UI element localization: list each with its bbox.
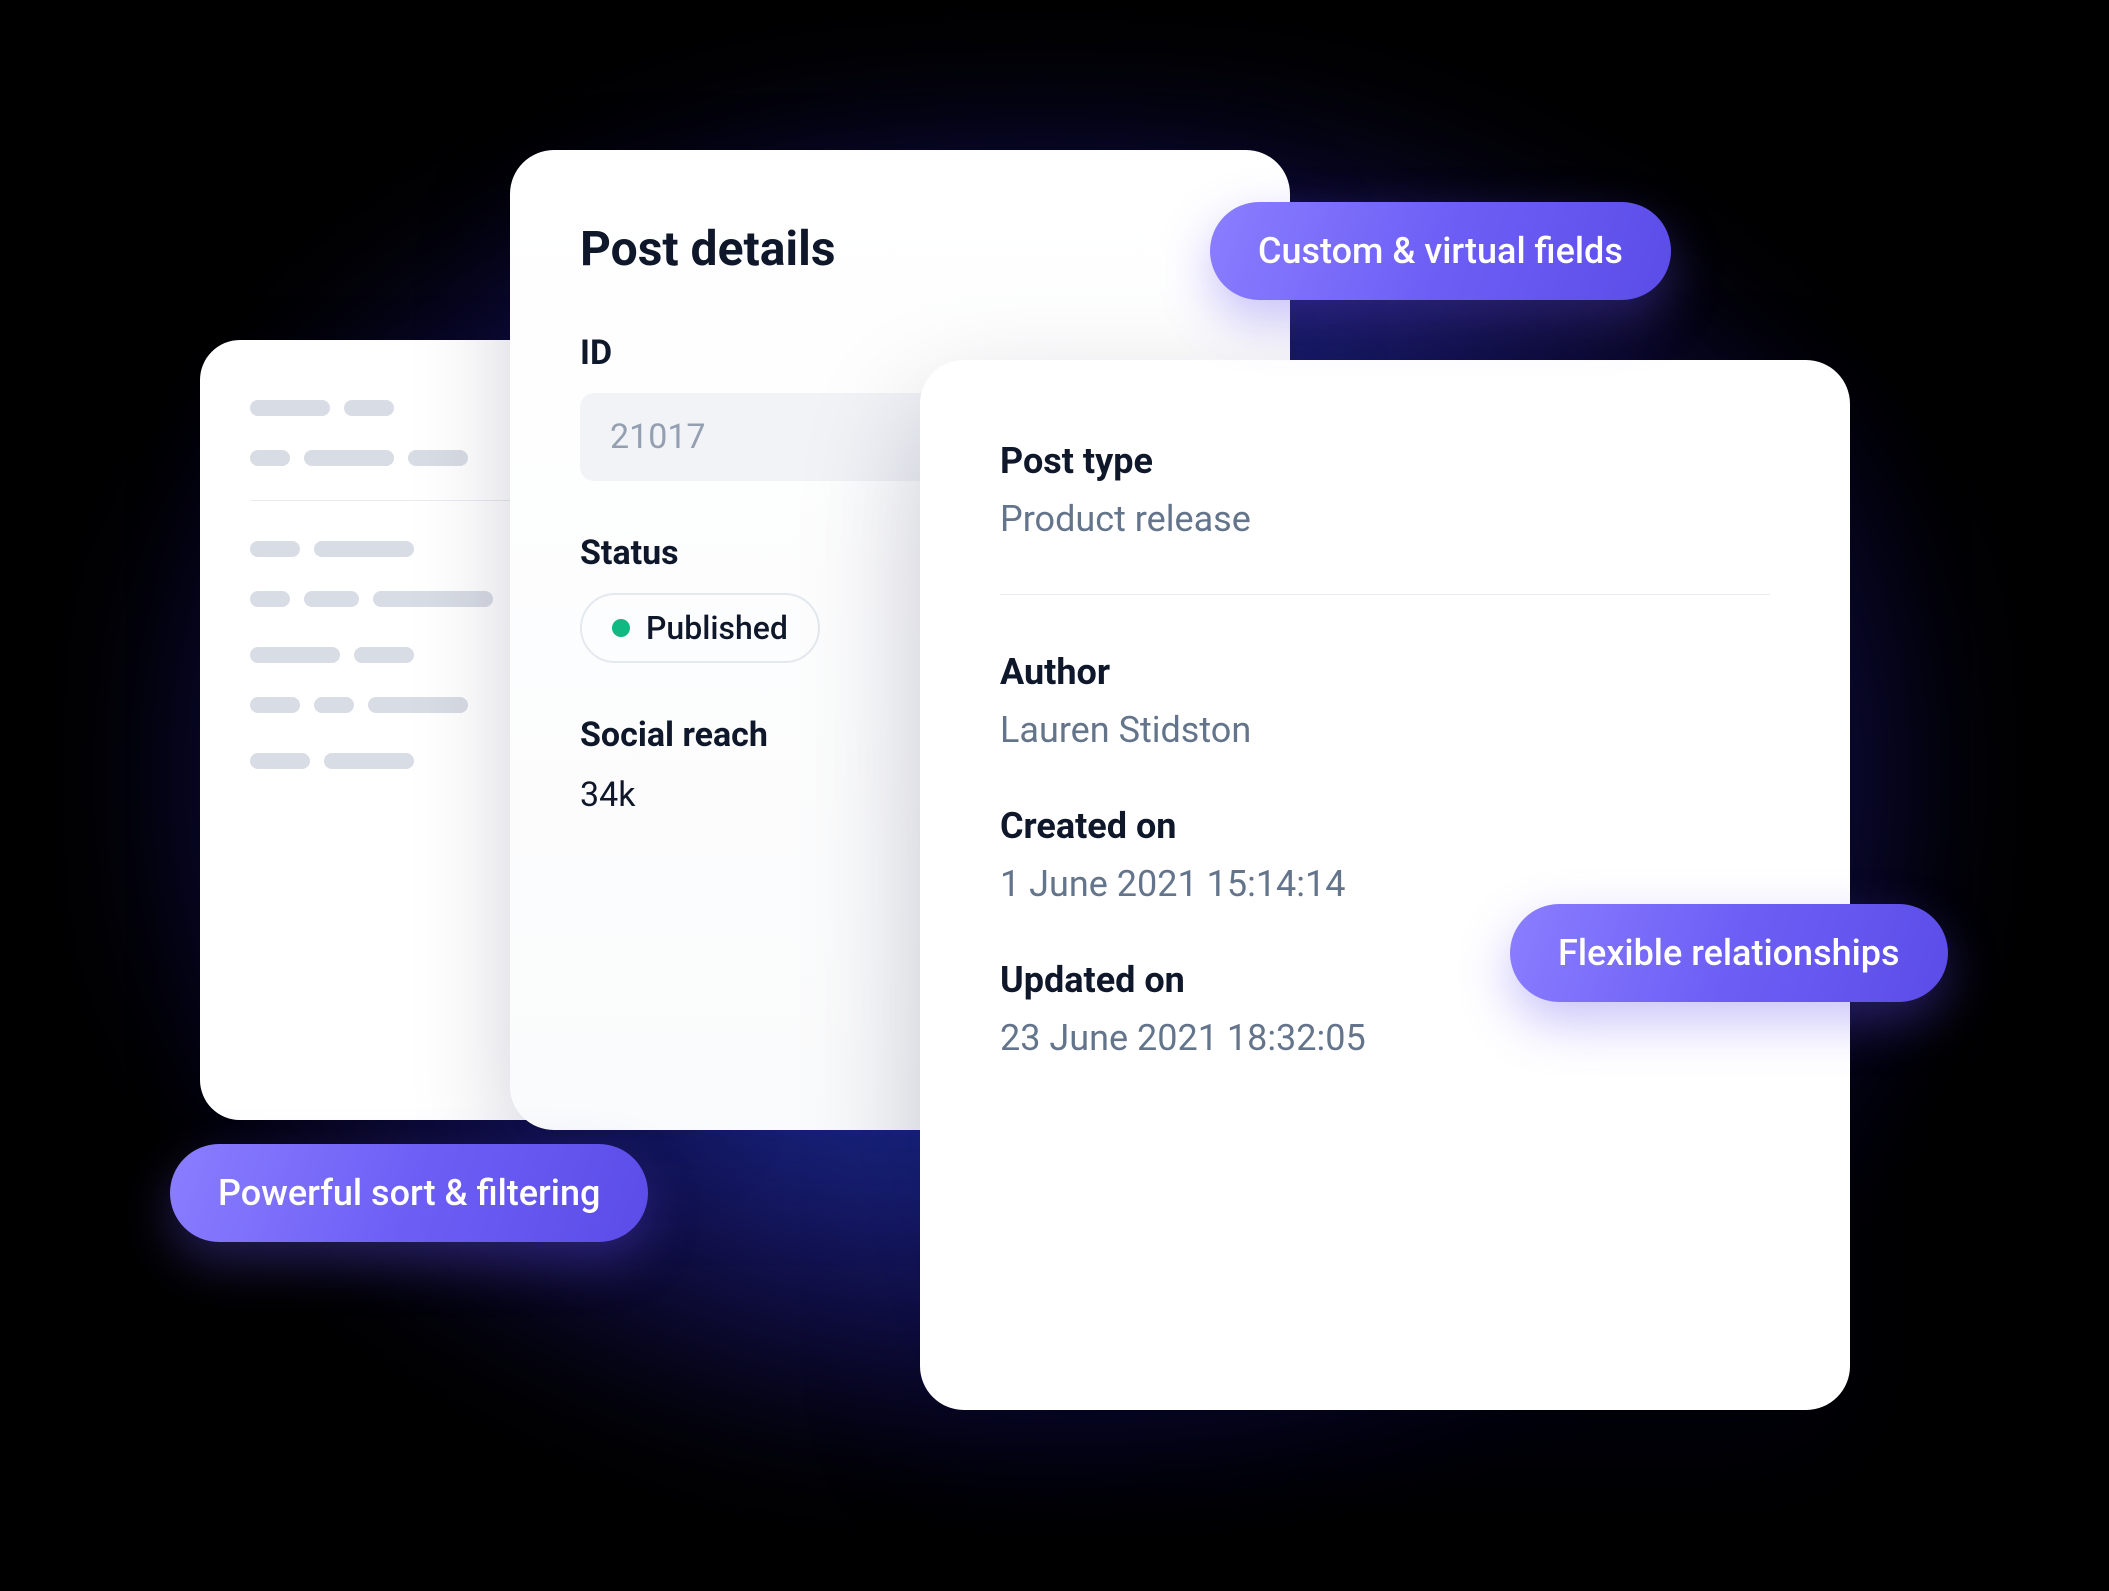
feature-pill-custom-fields[interactable]: Custom & virtual fields	[1210, 202, 1671, 300]
status-badge[interactable]: Published	[580, 593, 820, 663]
post-type-label: Post type	[1000, 440, 1770, 482]
post-type-value: Product release	[1000, 498, 1770, 540]
feature-pill-flexible-relationships[interactable]: Flexible relationships	[1510, 904, 1948, 1002]
created-on-value: 1 June 2021 15:14:14	[1000, 863, 1770, 905]
status-value: Published	[646, 609, 788, 647]
meta-divider	[1000, 594, 1770, 595]
updated-on-value: 23 June 2021 18:32:05	[1000, 1017, 1770, 1059]
post-details-title: Post details	[580, 220, 1220, 277]
author-label: Author	[1000, 651, 1770, 693]
feature-pill-sort-filtering[interactable]: Powerful sort & filtering	[170, 1144, 648, 1242]
author-value: Lauren Stidston	[1000, 709, 1770, 751]
status-dot-icon	[612, 619, 630, 637]
created-on-label: Created on	[1000, 805, 1770, 847]
post-meta-card: Post type Product release Author Lauren …	[920, 360, 1850, 1410]
